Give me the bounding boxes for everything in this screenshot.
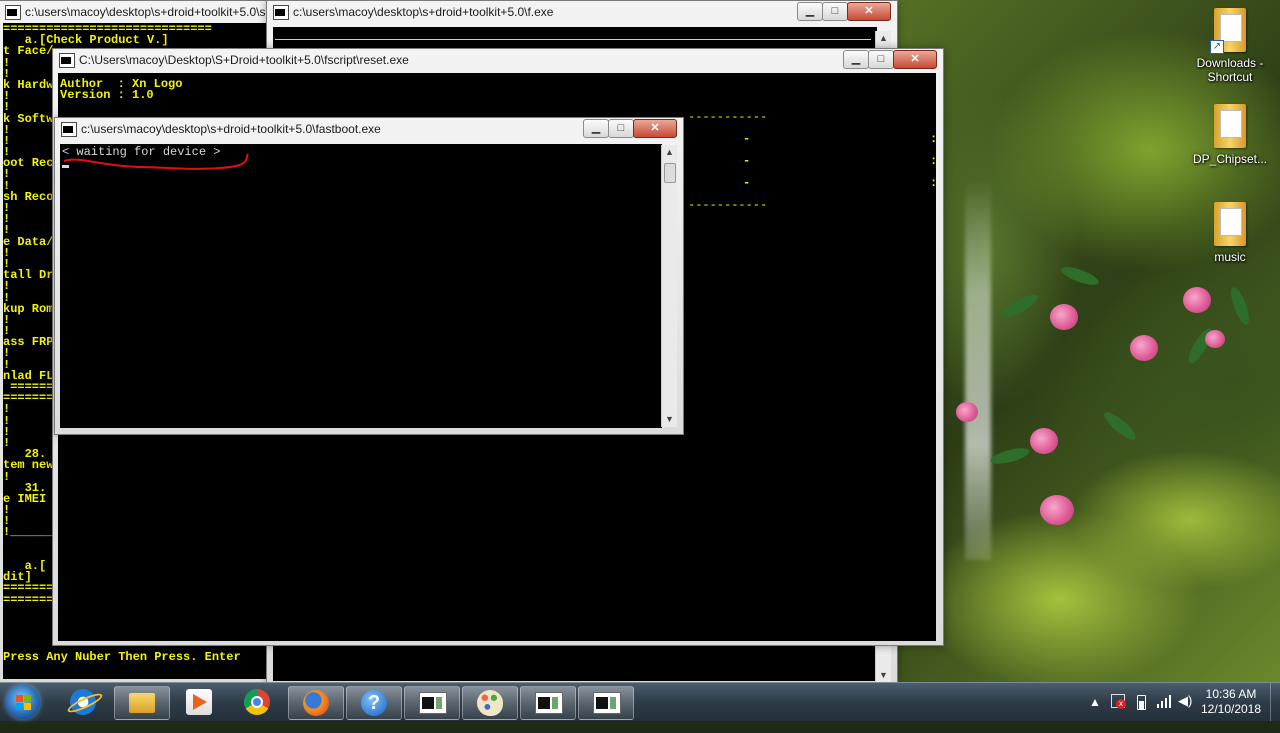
window-title: c:\users\macoy\desktop\s+droid+toolkit+5… (293, 5, 554, 19)
internet-explorer-icon (65, 689, 105, 716)
maximize-button[interactable]: □ (868, 50, 894, 69)
red-annotation-underline (63, 153, 249, 170)
wallpaper-flower (1030, 428, 1058, 454)
taskbar-button-firefox[interactable] (288, 686, 344, 720)
window-titlebar[interactable]: C:\Users\macoy\Desktop\S+Droid+toolkit+5… (53, 49, 943, 71)
minimize-button[interactable]: ▁ (583, 119, 609, 138)
help-icon: ? (361, 690, 387, 716)
chrome-icon (244, 689, 270, 715)
taskbar-clock[interactable]: 10:36 AM 12/10/2018 (1200, 687, 1262, 717)
window-titlebar[interactable]: c:\users\macoy\desktop\s+droid+toolkit+5… (0, 1, 276, 23)
scrollbar-thumb[interactable] (664, 163, 676, 183)
media-player-icon (186, 689, 212, 715)
scroll-down-icon[interactable]: ▼ (662, 412, 677, 427)
battery-icon[interactable] (1136, 693, 1146, 710)
console-window-icon (59, 53, 75, 68)
close-button[interactable]: ✕ (633, 119, 677, 138)
window-titlebar[interactable]: c:\users\macoy\desktop\s+droid+toolkit+5… (55, 118, 683, 140)
maximize-button[interactable]: □ (822, 2, 848, 21)
wallpaper-flower (1040, 495, 1074, 525)
window-title: c:\users\macoy\desktop\s+droid+toolkit+5… (25, 5, 277, 19)
vertical-scrollbar[interactable]: ▲ ▼ (661, 145, 677, 427)
wallpaper-flower (1050, 304, 1078, 330)
console-window-icon (535, 692, 563, 714)
volume-icon[interactable]: ◀) (1178, 693, 1192, 731)
minimize-button[interactable]: ▁ (843, 50, 869, 69)
taskbar-button-media-player[interactable] (172, 686, 226, 718)
desktop-icon-label: music (1214, 250, 1246, 264)
console-window-icon (419, 692, 447, 714)
console-window-icon (593, 692, 621, 714)
clock-date: 12/10/2018 (1200, 702, 1262, 716)
window-titlebar[interactable]: c:\users\macoy\desktop\s+droid+toolkit+5… (267, 1, 897, 23)
taskbar-button-file-explorer[interactable] (114, 686, 170, 720)
firefox-icon (303, 690, 329, 716)
paint-icon (477, 690, 503, 716)
taskbar-button-console-1[interactable] (404, 686, 460, 720)
wallpaper-flower (1205, 330, 1225, 348)
console-prompt: Press Any Nuber Then Press. Enter (3, 650, 241, 664)
taskbar: ? ▲ x ◀) 10:36 AM 12/10/2018 (0, 682, 1280, 721)
wallpaper-flower (1183, 287, 1211, 313)
console-window-icon (61, 122, 77, 137)
console-area[interactable]: < waiting for device > (60, 144, 662, 428)
folder-icon: ↗ (1210, 8, 1246, 54)
console-version-line: Version : 1.0 (60, 88, 154, 102)
minimize-button[interactable]: ▁ (797, 2, 823, 21)
taskbar-button-chrome[interactable] (230, 686, 284, 718)
network-disconnected-icon[interactable]: x (1110, 693, 1126, 709)
taskbar-button-console-2[interactable] (520, 686, 576, 720)
wifi-signal-icon[interactable] (1156, 693, 1172, 709)
taskbar-button-internet-explorer[interactable] (56, 686, 110, 718)
show-desktop-button[interactable] (1270, 683, 1280, 721)
desktop-icon-label: Downloads - Shortcut (1196, 56, 1264, 84)
desktop-icon-downloads-shortcut[interactable]: ↗ Downloads - Shortcut (1190, 8, 1270, 84)
wallpaper-flower (956, 402, 978, 422)
console-window-icon (273, 5, 289, 20)
scroll-down-icon[interactable]: ▼ (876, 668, 891, 683)
window-title: C:\Users\macoy\Desktop\S+Droid+toolkit+5… (79, 53, 409, 67)
scroll-up-icon[interactable]: ▲ (662, 145, 677, 160)
desktop-icon-label: DP_Chipset... (1192, 152, 1268, 166)
scroll-up-icon[interactable]: ▲ (876, 31, 891, 46)
console-window-icon (5, 5, 21, 20)
show-hidden-icons-button[interactable]: ▲ (1088, 695, 1102, 733)
taskbar-button-console-3[interactable] (578, 686, 634, 720)
close-button[interactable]: ✕ (847, 2, 891, 21)
desktop-icon-music[interactable]: music (1190, 202, 1270, 264)
clock-time: 10:36 AM (1205, 687, 1257, 701)
folder-icon (1214, 104, 1246, 148)
file-explorer-icon (129, 693, 155, 713)
close-button[interactable]: ✕ (893, 50, 937, 69)
taskbar-button-paint[interactable] (462, 686, 518, 720)
window-fastboot-exe[interactable]: c:\users\macoy\desktop\s+droid+toolkit+5… (54, 117, 684, 435)
window-title: c:\users\macoy\desktop\s+droid+toolkit+5… (81, 122, 381, 136)
windows-orb-icon[interactable] (6, 685, 40, 719)
folder-icon (1214, 202, 1246, 246)
wallpaper-waterfall (965, 180, 991, 560)
maximize-button[interactable]: □ (608, 119, 634, 138)
wallpaper-flower (1130, 335, 1158, 361)
taskbar-button-help[interactable]: ? (346, 686, 402, 720)
desktop-icon-dp-chipset[interactable]: DP_Chipset... (1190, 104, 1270, 166)
